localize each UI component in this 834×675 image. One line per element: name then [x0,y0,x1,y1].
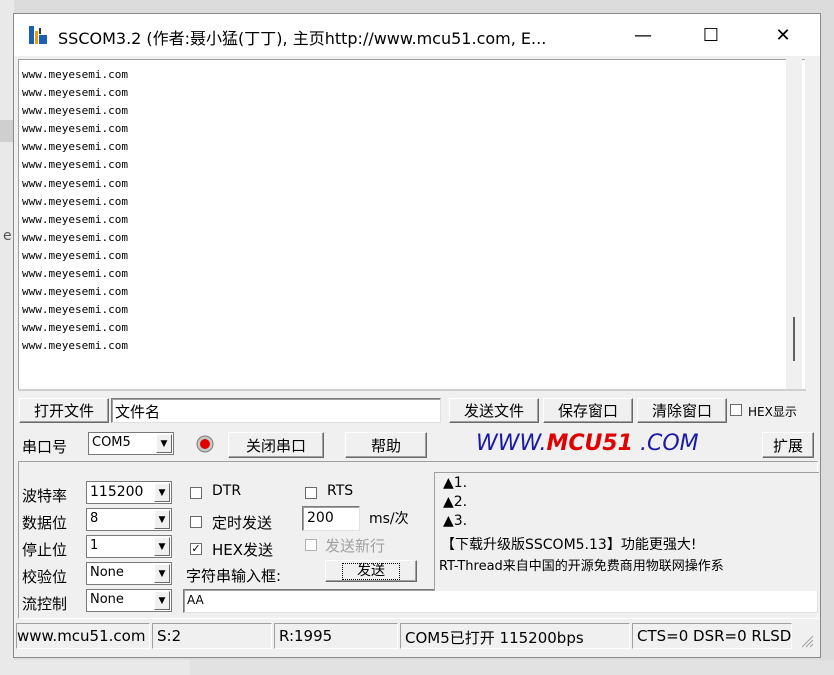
output-line: www.meyesemi.com [22,158,128,172]
output-line: www.meyesemi.com [22,68,128,81]
interval-input[interactable]: 200 [302,506,360,531]
hex-display-checkbox[interactable] [730,404,742,416]
info-line-4[interactable]: 【下载升级版SSCOM5.13】功能更强大! [441,534,696,554]
save-window-button[interactable]: 保存窗口 [543,398,633,423]
chevron-down-icon[interactable]: ▼ [154,510,170,529]
output-line: www.meyesemi.com [22,321,128,335]
resize-grip-icon[interactable] [798,632,814,648]
flow-select[interactable]: None ▼ [86,589,172,612]
output-line: www.meyesemi.com [22,285,128,299]
send-file-button[interactable]: 发送文件 [449,398,539,423]
chevron-down-icon[interactable]: ▼ [154,564,170,583]
output-line: www.meyesemi.com [22,122,128,136]
info-line-3[interactable]: ▲3. [443,513,467,529]
dtr-checkbox[interactable] [190,487,202,499]
output-line: www.meyesemi.com [22,104,128,118]
chevron-down-icon[interactable]: ▼ [154,483,170,502]
filename-input[interactable]: 文件名 [111,398,441,423]
receive-output-area[interactable]: www.meyesemi.com www.meyesemi.com www.meye… [18,59,805,390]
output-line: www.meyesemi.com [22,339,128,353]
hex-display-label: HEX显示 [748,405,797,419]
flow-value: None [90,592,124,607]
background-left-edge [0,0,14,675]
chevron-down-icon[interactable]: ▼ [156,434,172,453]
stop-bits-select[interactable]: 1 ▼ [86,535,172,558]
chevron-down-icon[interactable]: ▼ [154,591,170,610]
output-line: www.meyesemi.com [22,140,128,154]
info-panel: ▲1. ▲2. ▲3. 【下载升级版SSCOM5.13】功能更强大! RT-Th… [434,472,819,591]
stop-bits-label: 停止位 [22,541,68,559]
output-line: www.meyesemi.com [22,230,128,244]
stop-bits-value: 1 [90,538,99,553]
send-newline-checkbox[interactable] [305,539,317,551]
output-line: www.meyesemi.com [22,267,128,281]
output-line: www.meyesemi.com [22,194,128,208]
send-button-label: 发送 [342,562,400,580]
port-value: COM5 [92,435,131,450]
banner-brand: MCU51 [546,431,633,456]
help-button[interactable]: 帮助 [345,432,427,458]
baud-select[interactable]: 115200 ▼ [86,481,172,504]
output-divider [18,389,806,391]
rts-label: RTS [327,483,354,499]
output-lines: www.meyesemi.com www.meyesemi.com www.meye… [22,66,128,356]
status-port-state: COM5已打开 115200bps [400,623,630,649]
input-label: 字符串输入框: [186,567,282,585]
app-icon [29,26,47,44]
status-sent-count: S:2 [152,623,272,649]
expand-button[interactable]: 扩展 [762,432,814,458]
background-letter: e [3,228,12,244]
background-strip [0,120,14,142]
send-button[interactable]: 发送 [325,560,417,582]
clear-window-button[interactable]: 清除窗口 [637,398,727,423]
status-received-count: R:1995 [274,623,398,649]
open-file-button[interactable]: 打开文件 [19,398,109,423]
data-bits-label: 数据位 [22,514,68,532]
port-label: 串口号 [22,438,68,456]
data-bits-value: 8 [90,511,99,526]
chevron-down-icon[interactable]: ▼ [154,537,170,556]
sscom-window: SSCOM3.2 (作者:聂小猛(丁丁), 主页http://www.mcu51… [13,13,821,658]
window-title: SSCOM3.2 (作者:聂小猛(丁丁), 主页http://www.mcu51… [58,29,547,48]
baud-label: 波特率 [22,487,68,505]
close-button[interactable]: ✕ [760,14,806,56]
maximize-button[interactable]: ☐ [688,14,734,56]
output-line: www.meyesemi.com [22,303,128,317]
parity-select[interactable]: None ▼ [86,562,172,585]
close-port-button[interactable]: 关闭串口 [228,432,324,458]
output-line: www.meyesemi.com [22,212,128,226]
timed-send-checkbox[interactable] [190,516,202,528]
port-select[interactable]: COM5 ▼ [88,432,174,455]
data-bits-select[interactable]: 8 ▼ [86,508,172,531]
background-bottom-right [190,660,834,675]
minimize-button[interactable]: — [620,14,666,56]
parity-label: 校验位 [22,568,68,586]
output-scrollbar[interactable] [786,59,802,389]
title-bar[interactable]: SSCOM3.2 (作者:聂小猛(丁丁), 主页http://www.mcu51… [14,14,820,56]
banner-suffix: .COM [633,431,699,456]
port-status-led-icon [196,435,214,453]
hex-send-label: HEX发送 [212,541,274,559]
output-line: www.meyesemi.com [22,176,128,190]
scrollbar-thumb[interactable] [793,317,795,361]
website-banner[interactable]: WWW.MCU51 .COM [476,431,699,456]
status-signals: CTS=0 DSR=0 RLSD=0 [632,623,792,649]
banner-prefix: WWW. [476,431,547,456]
status-website: www.mcu51.com [16,623,150,649]
send-newline-label: 发送新行 [325,537,386,555]
string-input[interactable]: AA [183,589,818,613]
interval-unit: ms/次 [369,511,409,527]
info-line-1[interactable]: ▲1. [443,475,467,491]
rts-checkbox[interactable] [305,487,317,499]
timed-send-label: 定时发送 [212,514,273,532]
output-line: www.meyesemi.com [22,86,128,100]
info-line-2[interactable]: ▲2. [443,494,467,510]
dtr-label: DTR [212,483,242,499]
output-line: www.meyesemi.com [22,248,128,262]
flow-label: 流控制 [22,595,68,613]
info-line-5[interactable]: RT-Thread来自中国的开源免费商用物联网操作系 [439,555,724,574]
baud-value: 115200 [90,484,144,500]
parity-value: None [90,565,124,580]
hex-send-checkbox[interactable]: ✓ [190,543,202,555]
